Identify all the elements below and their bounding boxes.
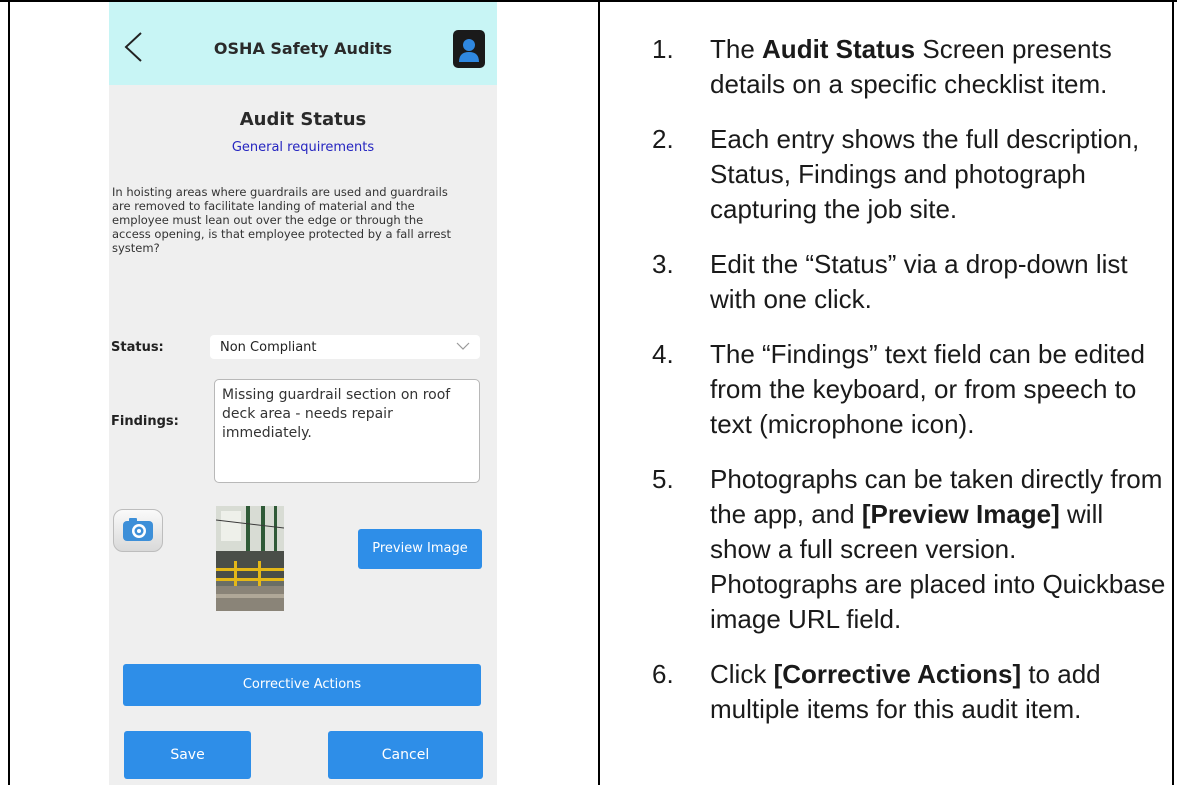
- chevron-down-icon: [456, 342, 470, 350]
- audit-question-text: In hoisting areas where guardrails are u…: [112, 185, 451, 255]
- cancel-button[interactable]: Cancel: [328, 731, 483, 779]
- instruction-number: 3.: [652, 249, 674, 279]
- instruction-text: The “Findings” text field can be edited …: [710, 339, 1146, 439]
- status-dropdown[interactable]: Non Compliant: [210, 335, 480, 359]
- save-button[interactable]: Save: [124, 731, 251, 779]
- instruction-number: 6.: [652, 659, 674, 689]
- user-avatar-button[interactable]: [453, 30, 485, 68]
- status-selected-value: Non Compliant: [220, 340, 317, 355]
- screen-title: Audit Status: [239, 109, 367, 130]
- app-title: OSHA Safety Audits: [213, 39, 393, 58]
- user-avatar-icon: [459, 39, 479, 62]
- instruction-number: 5.: [652, 464, 674, 494]
- instruction-text: Edit the “Status” via a drop-down list w…: [710, 249, 1128, 314]
- preview-image-button[interactable]: Preview Image: [358, 529, 482, 569]
- status-label: Status:: [111, 340, 164, 355]
- jobsite-photo-thumbnail: [216, 506, 284, 611]
- instruction-item: 4. The “Findings” text field can be edit…: [640, 337, 1170, 442]
- instruction-text: The Audit Status Screen presents details…: [710, 34, 1112, 99]
- table-border-right: [1172, 0, 1174, 785]
- instruction-item: 6. Click [Corrective Actions] to add mul…: [640, 657, 1170, 727]
- instruction-number: 1.: [652, 34, 674, 64]
- camera-icon: [123, 518, 153, 541]
- table-border-middle: [598, 0, 600, 785]
- instruction-number: 4.: [652, 339, 674, 369]
- instruction-item: 3. Edit the “Status” via a drop-down lis…: [640, 247, 1170, 317]
- findings-textarea[interactable]: Missing guardrail section on roof deck a…: [214, 379, 480, 483]
- findings-label: Findings:: [111, 414, 179, 429]
- camera-button[interactable]: [113, 509, 163, 552]
- table-border-left: [8, 0, 10, 785]
- instruction-text: Each entry shows the full description, S…: [710, 124, 1140, 224]
- jobsite-photo-image: [216, 506, 284, 611]
- instruction-number: 2.: [652, 124, 674, 154]
- instruction-text: Click [Corrective Actions] to add multip…: [710, 659, 1101, 724]
- instruction-item: 1. The Audit Status Screen presents deta…: [640, 32, 1170, 102]
- instructions-list: 1. The Audit Status Screen presents deta…: [640, 32, 1170, 747]
- instruction-item: 2. Each entry shows the full description…: [640, 122, 1170, 227]
- instruction-item: 5. Photographs can be taken directly fro…: [640, 462, 1170, 637]
- instruction-text: Photographs can be taken directly from t…: [710, 464, 1166, 634]
- app-header: OSHA Safety Audits: [109, 2, 497, 85]
- screen-subtitle: General requirements: [231, 140, 375, 155]
- phone-screen: OSHA Safety Audits Audit Status General …: [109, 2, 497, 785]
- corrective-actions-button[interactable]: Corrective Actions: [123, 664, 481, 706]
